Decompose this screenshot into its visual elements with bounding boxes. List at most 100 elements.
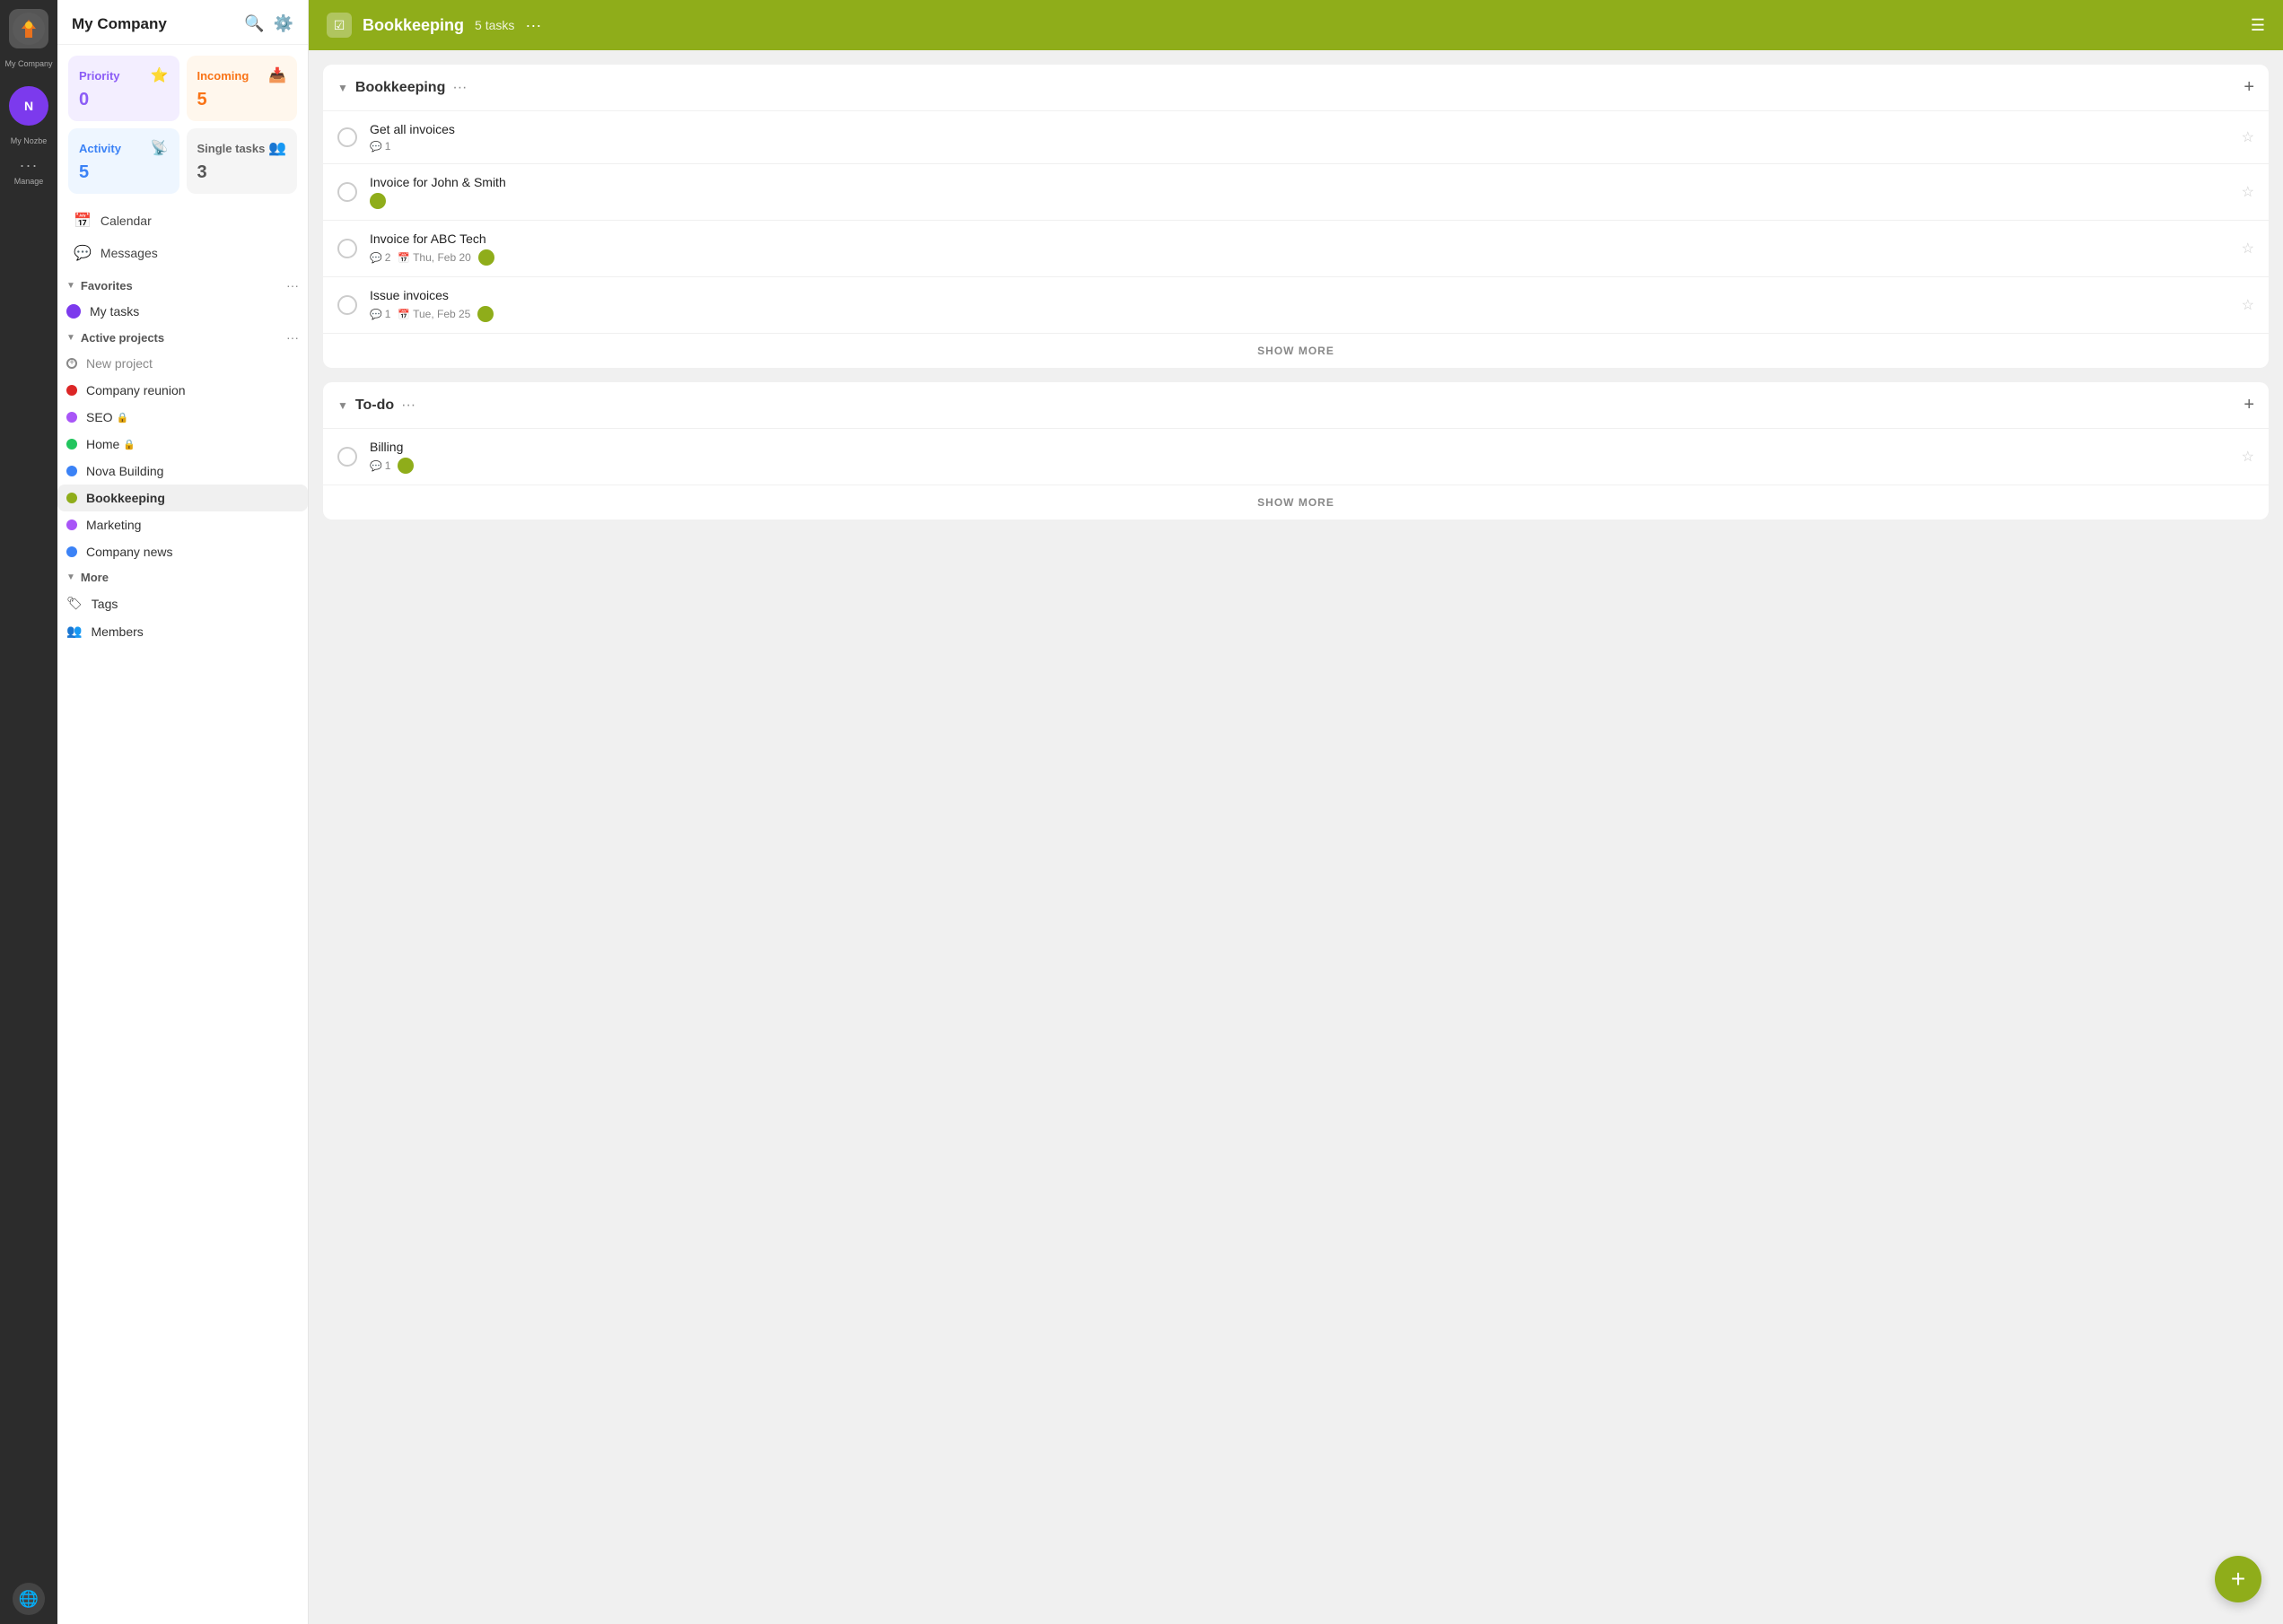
settings-button[interactable]: ⚙️ — [274, 14, 293, 33]
tags-icon: 🏷 — [66, 596, 83, 611]
project-name-row: Marketing — [86, 518, 141, 532]
members-icon: 👥 — [66, 624, 82, 639]
my-tasks-label: My tasks — [90, 304, 139, 319]
sidebar-header-icons: 🔍 ⚙️ — [244, 14, 293, 33]
task-star-0-2[interactable]: ☆ — [2242, 240, 2254, 258]
company-logo[interactable] — [9, 9, 48, 48]
task-checkbox-0-3[interactable] — [337, 295, 357, 315]
task-content-0-0: Get all invoices 💬1 — [370, 122, 2229, 153]
section-add-button-1[interactable]: + — [2244, 395, 2254, 415]
task-checkbox-1-0[interactable] — [337, 447, 357, 467]
main-content: ☑ Bookkeeping 5 tasks ··· ☰ ▼ Bookkeepin… — [309, 0, 2283, 1624]
task-item-1-0[interactable]: Billing 💬1 ☆ — [323, 428, 2269, 485]
task-star-1-0[interactable]: ☆ — [2242, 448, 2254, 466]
icon-bar: My Company N My Nozbe ··· Manage 🌐 — [0, 0, 57, 1624]
task-checkbox-0-2[interactable] — [337, 239, 357, 258]
activity-count: 5 — [79, 162, 169, 183]
project-item-company-news[interactable]: Company news — [57, 538, 308, 565]
add-task-fab[interactable]: + — [2215, 1556, 2261, 1602]
user-avatar[interactable]: N — [9, 86, 48, 126]
comment-count: 💬2 — [370, 251, 390, 264]
single-tasks-card[interactable]: Single tasks 👥 3 — [187, 128, 298, 194]
task-star-0-3[interactable]: ☆ — [2242, 296, 2254, 314]
section-more-button-1[interactable]: ··· — [401, 397, 415, 414]
incoming-card[interactable]: Incoming 📥 5 — [187, 56, 298, 121]
project-more-button[interactable]: ··· — [525, 16, 541, 35]
comment-icon: 💬 — [370, 141, 382, 153]
project-name-text: Marketing — [86, 518, 141, 532]
priority-card[interactable]: Priority ⭐ 0 — [68, 56, 179, 121]
project-item-marketing[interactable]: Marketing — [57, 511, 308, 538]
show-more-button-1[interactable]: SHOW MORE — [323, 485, 2269, 520]
task-item-0-1[interactable]: Invoice for John & Smith ☆ — [323, 163, 2269, 220]
task-star-0-0[interactable]: ☆ — [2242, 128, 2254, 146]
project-dot — [66, 466, 77, 476]
task-checkbox-0-1[interactable] — [337, 182, 357, 202]
task-content-0-3: Issue invoices 💬1📅Tue, Feb 25 — [370, 288, 2229, 322]
add-project-icon: + — [66, 358, 77, 369]
company-name-label: My Company — [4, 59, 52, 68]
task-meta-0-0: 💬1 — [370, 140, 2229, 153]
tags-item[interactable]: 🏷 Tags — [57, 589, 308, 617]
section-more-button-0[interactable]: ··· — [452, 80, 467, 96]
project-name-text: Nova Building — [86, 464, 163, 478]
favorites-section-header[interactable]: ▼ Favorites ··· — [57, 273, 308, 298]
single-card-header: Single tasks 👥 — [197, 139, 287, 157]
task-avatar — [398, 458, 414, 474]
members-item[interactable]: 👥 Members — [57, 617, 308, 645]
show-more-button-0[interactable]: SHOW MORE — [323, 333, 2269, 368]
messages-nav-item[interactable]: 💬 Messages — [65, 237, 301, 269]
sidebar-header: My Company 🔍 ⚙️ — [57, 0, 308, 45]
my-tasks-item[interactable]: My tasks — [57, 298, 308, 325]
project-item-nova-building[interactable]: Nova Building — [57, 458, 308, 485]
sort-icon[interactable]: ☰ — [2251, 16, 2265, 35]
lock-icon: 🔒 — [117, 412, 129, 423]
favorites-more-button[interactable]: ··· — [286, 278, 299, 292]
active-projects-header-left: ▼ Active projects — [66, 331, 164, 345]
priority-label: Priority — [79, 69, 120, 83]
globe-icon-btn[interactable]: 🌐 — [13, 1583, 45, 1615]
task-content-0-1: Invoice for John & Smith — [370, 175, 2229, 209]
active-projects-section-header[interactable]: ▼ Active projects ··· — [57, 325, 308, 350]
task-date: 📅Thu, Feb 20 — [398, 251, 470, 264]
project-item-bookkeeping[interactable]: Bookkeeping — [57, 485, 308, 511]
task-count: 5 tasks — [475, 18, 514, 32]
active-projects-more-button[interactable]: ··· — [286, 330, 299, 345]
project-dot — [66, 385, 77, 396]
task-avatar — [477, 306, 494, 322]
project-item-company-reunion[interactable]: Company reunion — [57, 377, 308, 404]
incoming-icon: 📥 — [268, 66, 286, 84]
new-project-item[interactable]: + New project — [57, 350, 308, 377]
calendar-nav-item[interactable]: 📅 Calendar — [65, 205, 301, 237]
messages-icon: 💬 — [74, 244, 92, 262]
task-meta-0-1 — [370, 193, 2229, 209]
manage-nav-item[interactable]: ··· Manage — [14, 156, 44, 186]
activity-card-header: Activity 📡 — [79, 139, 169, 157]
project-name-text: Company reunion — [86, 383, 186, 397]
task-item-0-0[interactable]: Get all invoices 💬1 ☆ — [323, 110, 2269, 163]
task-star-0-1[interactable]: ☆ — [2242, 183, 2254, 201]
more-label: More — [81, 571, 109, 584]
project-item-home[interactable]: Home 🔒 — [57, 431, 308, 458]
my-tasks-avatar — [66, 304, 81, 319]
main-body: ▼ Bookkeeping ··· + Get all invoices 💬1 … — [309, 50, 2283, 1624]
task-checkbox-0-0[interactable] — [337, 127, 357, 147]
task-name-0-1: Invoice for John & Smith — [370, 175, 2229, 189]
comment-count: 💬1 — [370, 140, 390, 153]
sidebar-scroll-area: ▼ Favorites ··· My tasks ▼ Active projec… — [57, 273, 308, 1624]
user-name-label: My Nozbe — [11, 136, 48, 145]
activity-card[interactable]: Activity 📡 5 — [68, 128, 179, 194]
project-name-row: Home 🔒 — [86, 437, 136, 451]
active-projects-label: Active projects — [81, 331, 164, 345]
manage-label: Manage — [14, 177, 44, 186]
more-section-header[interactable]: ▼ More — [57, 565, 308, 589]
comment-icon: 💬 — [370, 252, 382, 264]
icon-bar-bottom: 🌐 — [13, 1583, 45, 1615]
section-add-button-0[interactable]: + — [2244, 77, 2254, 98]
search-button[interactable]: 🔍 — [244, 14, 264, 33]
tags-label: Tags — [92, 597, 118, 611]
task-item-0-2[interactable]: Invoice for ABC Tech 💬2📅Thu, Feb 20 ☆ — [323, 220, 2269, 276]
sidebar: My Company 🔍 ⚙️ Priority ⭐ 0 Incoming 📥 … — [57, 0, 309, 1624]
task-item-0-3[interactable]: Issue invoices 💬1📅Tue, Feb 25 ☆ — [323, 276, 2269, 333]
project-item-seo[interactable]: SEO 🔒 — [57, 404, 308, 431]
